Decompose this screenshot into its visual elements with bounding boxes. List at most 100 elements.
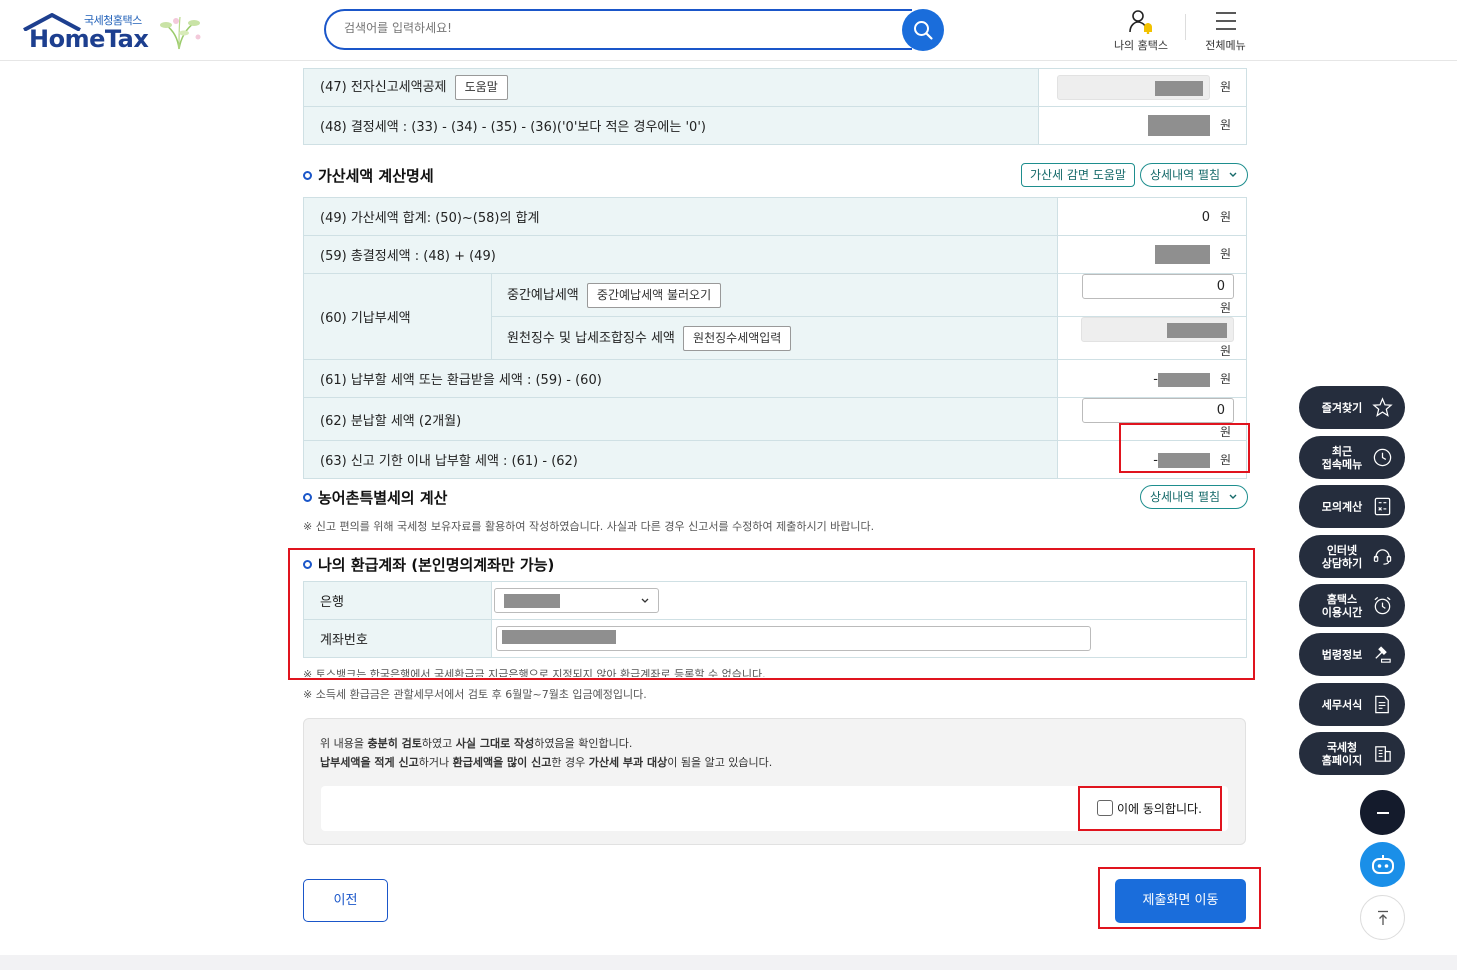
bullet-icon [303,171,312,180]
search-icon [914,21,933,40]
search-box [324,9,912,50]
quick-service-hours[interactable]: 홈택스 이용시간 [1299,584,1405,627]
user-bell-icon [1129,10,1152,34]
text-bold: 납부세액을 적게 신고 [320,756,419,769]
row-59-value: 원 [1057,235,1247,274]
withholding-input-button[interactable]: 원천징수세액입력 [683,325,792,351]
row-47-value: 원 [1038,68,1247,107]
rural-note: ※ 신고 편의를 위해 국세청 보유자료를 활용하여 작성하였습니다. 사실과 … [303,520,875,533]
redacted-value [1148,115,1210,136]
help-button[interactable]: 도움말 [454,75,508,100]
prev-button[interactable]: 이전 [303,879,388,922]
my-hometax-link[interactable]: 나의 홈택스 [1110,8,1172,53]
logo-wordmark: HomeTax [29,25,149,53]
table-row: (61) 납부할 세액 또는 환급받을 세액 : (59) - (60) -원 [303,359,1247,398]
tax-table-top: (47) 전자신고세액공제 도움말 원 (48) 결정세액 : (33) - (… [303,68,1247,145]
plant-icon [160,16,201,50]
search-input[interactable] [344,21,884,35]
chevron-down-icon [1229,172,1237,177]
unit-label: 원 [1220,118,1232,132]
all-menu-label: 전체메뉴 [1205,39,1246,52]
row-47-label: (47) 전자신고세액공제 도움말 [303,68,1039,107]
calculator-icon [1374,497,1391,516]
quick-law-info[interactable]: 법령정보 [1299,633,1405,676]
unit-label: 원 [1220,247,1232,261]
text-bold: 환급세액을 많이 신고 [452,756,552,769]
text: 위 내용을 [320,737,368,750]
table-row: (49) 가산세액 합계: (50)~(58)의 합계 0원 [303,197,1247,236]
quick-simulation[interactable]: 모의계산 [1299,485,1405,528]
row-63-label: (63) 신고 기한 이내 납부할 세액 : (61) - (62) [303,440,1058,479]
penalty-table-wrap: (49) 가산세액 합계: (50)~(58)의 합계 0원 (59) 총결정세… [303,197,1247,479]
quick-label: 모의계산 [1321,500,1363,513]
quick-favorites[interactable]: 즐겨찾기 [1299,386,1405,429]
chat-icon [1373,549,1392,565]
readonly-field [1057,75,1210,100]
row-label: (47) 전자신고세액공제 [320,80,447,95]
text: 한 경우 [551,756,589,769]
penalty-table: (49) 가산세액 합계: (50)~(58)의 합계 0원 (59) 총결정세… [303,197,1247,479]
row-61-label: (61) 납부할 세액 또는 환급받을 세액 : (59) - (60) [303,359,1058,398]
collapse-quick-menu-button[interactable] [1360,790,1405,835]
row-60-sub2-value: 원 [1057,316,1247,360]
footer-strip [0,955,1457,970]
highlight-box-agree [1078,786,1222,831]
installment-input[interactable]: 0 [1082,398,1234,423]
quick-tax-forms[interactable]: 세무서식 [1299,683,1405,726]
quick-nts-homepage[interactable]: 국세청 홈페이지 [1299,732,1405,775]
row-59-label: (59) 총결정세액 : (48) + (49) [303,235,1058,274]
robot-icon [1371,854,1394,874]
row-48-label: (48) 결정세액 : (33) - (34) - (35) - (36)('0… [303,106,1039,145]
penalty-help-button[interactable]: 가산세 감면 도움말 [1021,163,1135,187]
redacted-value [1158,372,1210,387]
highlight-box-row63 [1119,423,1250,473]
quick-label: 즐겨찾기 [1321,401,1363,414]
interim-tax-input[interactable]: 0 [1082,274,1234,299]
row-48-value: 원 [1038,106,1247,145]
header-divider [1185,14,1186,40]
text: 하거나 [418,756,453,769]
document-icon [1375,695,1389,714]
refund-note-schedule: ※ 소득세 환급금은 관할세무서에서 검토 후 6월말~7월초 입금예정입니다. [303,688,647,701]
text: 하였고 [421,737,456,750]
row-60-sub1-label: 중간예납세액 중간예납세액 불러오기 [491,273,1058,317]
row-60-label: (60) 기납부세액 [303,273,492,360]
unit-label: 원 [1220,344,1232,358]
text: 하였음을 확인합니다. [534,737,633,750]
unit-label: 원 [1220,210,1232,224]
row-60-sub2-label: 원천징수 및 납세조합징수 세액 원천징수세액입력 [491,316,1058,360]
bullet-icon [303,493,312,502]
penalty-expand-button[interactable]: 상세내역 펼침 [1140,163,1248,187]
unit-label: 원 [1220,301,1232,315]
value-text: 0 [1201,210,1210,225]
penalty-section-title: 가산세액 계산명세 [303,165,434,186]
table-row: (60) 기납부세액 중간예납세액 중간예납세액 불러오기 0 원 [303,273,1247,360]
unit-label: 원 [1220,80,1232,94]
quick-recent-menu[interactable]: 최근 접속메뉴 [1299,436,1405,479]
scroll-top-button[interactable] [1360,895,1405,940]
section-title-text: 농어촌특별세의 계산 [318,489,448,507]
readonly-field [1081,317,1234,342]
search-button[interactable] [902,9,944,51]
quick-consultation[interactable]: 인터넷 상담하기 [1299,535,1405,578]
all-menu-link[interactable]: 전체메뉴 [1198,8,1253,53]
expand-label: 상세내역 펼침 [1150,490,1221,504]
my-hometax-label: 나의 홈택스 [1113,39,1169,52]
hometax-logo[interactable]: 국세청홈택스 HomeTax [22,9,207,55]
quick-label: 국세청 홈페이지 [1321,740,1363,767]
redacted-value [1167,323,1227,338]
text: 이 됨을 알고 있습니다. [667,756,773,769]
rural-section-title: 농어촌특별세의 계산 [303,487,447,508]
table-row: (48) 결정세액 : (33) - (34) - (35) - (36)('0… [303,106,1247,145]
building-icon [1375,746,1391,762]
agreement-line-1: 위 내용을 충분히 검토하였고 사실 그대로 작성하였음을 확인합니다. [320,735,632,751]
table-row: (62) 분납할 세액 (2개월) 0원 [303,397,1247,441]
agreement-line-2: 납부세액을 적게 신고하거나 환급세액을 많이 신고한 경우 가산세 부과 대상… [320,754,772,770]
alarm-clock-icon [1374,596,1391,615]
load-interim-tax-button[interactable]: 중간예납세액 불러오기 [586,282,722,308]
row-49-label: (49) 가산세액 합계: (50)~(58)의 합계 [303,197,1058,236]
table-row: (47) 전자신고세액공제 도움말 원 [303,68,1247,107]
sub-label: 원천징수 및 납세조합징수 세액 [507,330,675,346]
rural-expand-button[interactable]: 상세내역 펼침 [1140,485,1248,509]
chatbot-button[interactable] [1360,842,1405,887]
